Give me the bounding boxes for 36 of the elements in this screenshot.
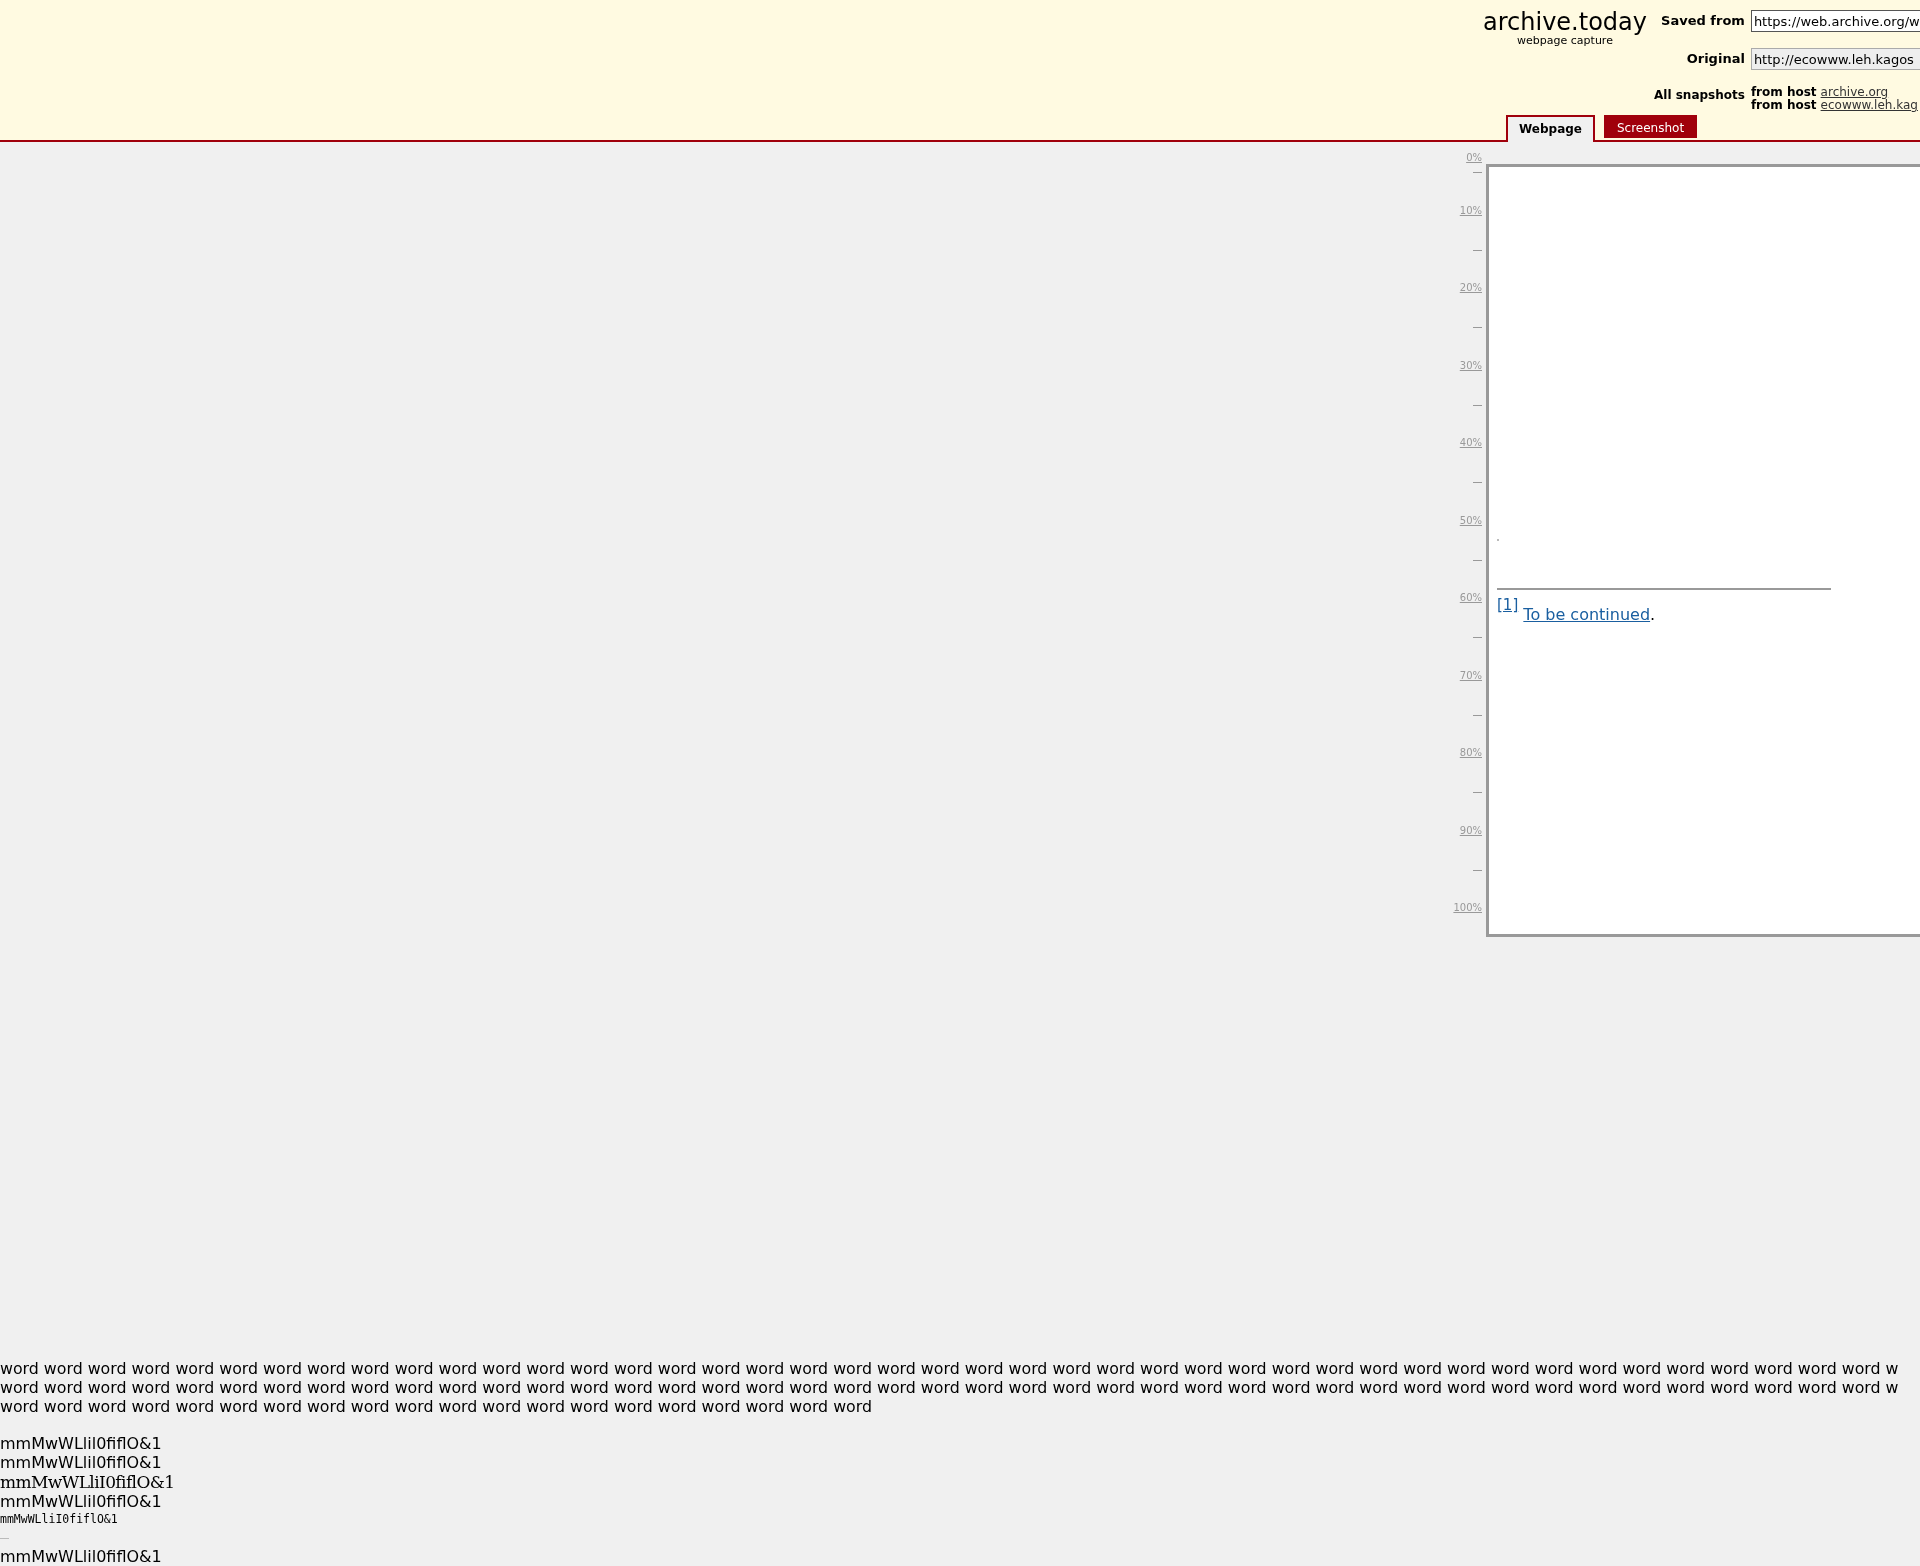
scroll-position-link[interactable]: 100% (1453, 902, 1482, 915)
field-label: Original (1685, 50, 1745, 66)
scroll-position-link[interactable]: 10% (1459, 204, 1482, 217)
font-sample-text: mmMwWLlil0fiflO&1 (0, 1434, 163, 1453)
tab[interactable]: Webpage (1506, 115, 1595, 142)
site-tagline: webpage capture (1517, 35, 1613, 47)
scroll-position-link[interactable]: 20% (1459, 282, 1482, 295)
field-label: Saved from (1660, 12, 1745, 28)
scroll-position-link[interactable]: 50% (1459, 514, 1482, 527)
dot-mark (1497, 539, 1499, 541)
footnote-link[interactable]: [1] (1497, 596, 1519, 614)
font-sample-text: mmMwWLlil0fiflO&1 (0, 1453, 163, 1472)
period-text: . (1650, 605, 1656, 624)
filler-text: word word word word word word word word word word word word word word word word word word word word (0, 1397, 873, 1416)
font-sample-text: mmMwWLliI0fiflO&1 (0, 1511, 119, 1528)
snapshots-label: All snapshots (1654, 87, 1745, 102)
scroll-position-link[interactable]: 40% (1459, 437, 1482, 450)
scroll-position-link[interactable]: 80% (1459, 747, 1482, 760)
tab[interactable]: Screenshot (1603, 115, 1698, 138)
font-sample-text: mmMwWLliI0fiflO&1 (0, 1472, 176, 1492)
host-label: from host (1750, 85, 1817, 99)
filler-text: word word word word word word word word word word word word word word word word word word word word word word word word word word word word word word word word word word word word word word word word word word word w (0, 1378, 1900, 1397)
continue-link[interactable]: To be continued (1523, 605, 1651, 624)
scroll-position-link[interactable]: 90% (1459, 824, 1482, 837)
scroll-position-link[interactable]: 30% (1459, 359, 1482, 372)
scroll-position-link[interactable]: 70% (1459, 669, 1482, 682)
filler-text: word word word word word word word word word word word word word word word word word word word word word word word word word word word word word word word word word word word word word word word word word word word w (0, 1359, 1900, 1378)
host-label: from host (1750, 98, 1817, 112)
host-link[interactable]: ecowww.leh.kag (1820, 98, 1918, 112)
host-link[interactable]: archive.org (1820, 85, 1889, 99)
site-logo[interactable]: archive.today (1480, 9, 1650, 35)
scroll-position-link[interactable]: 0% (1466, 152, 1482, 164)
font-sample-text: mmMwWLlil0fiflO&1 (0, 1547, 163, 1566)
font-sample-text: mmMwWLlil0fiflO&1 (0, 1492, 163, 1511)
scroll-position-link[interactable]: 60% (1459, 592, 1482, 605)
url-field[interactable]: https://web.archive.org/w (1750, 10, 1920, 32)
